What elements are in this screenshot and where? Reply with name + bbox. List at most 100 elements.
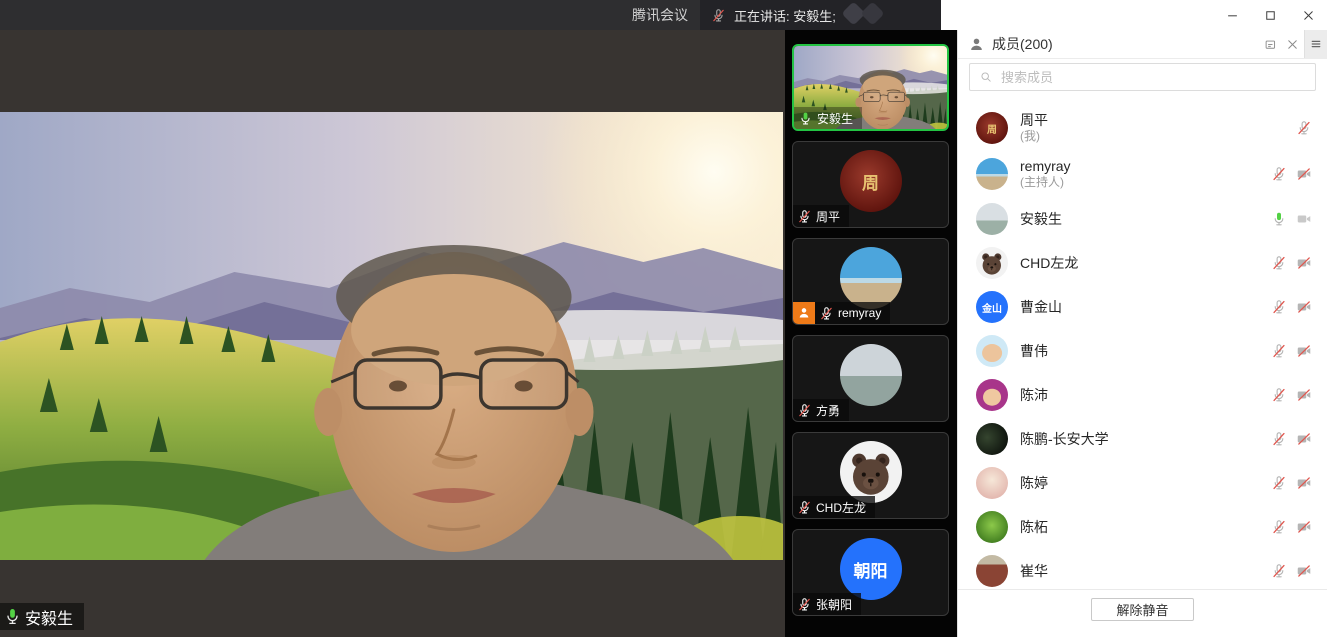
participant-avatar <box>840 247 902 309</box>
tencent-meeting-logo-watermark <box>831 2 897 28</box>
mic-on-icon <box>798 111 813 126</box>
camera-muted-icon[interactable] <box>1296 343 1312 359</box>
mic-muted-icon[interactable] <box>1271 519 1287 535</box>
member-row[interactable]: 安毅生 <box>958 197 1327 241</box>
member-panel: 成员(200) 周周平(我)remyray(主持人)安毅生CHD左龙金山曹金山曹… <box>957 30 1327 637</box>
thumbnail-name-tag: 方勇 <box>793 399 849 421</box>
app-title: 腾讯会议 <box>632 5 688 25</box>
avatar-initials: 周 <box>987 121 997 136</box>
avatar-initials: 朝阳 <box>854 557 888 582</box>
panel-menu-button[interactable] <box>1304 30 1327 58</box>
member-row[interactable]: 陈婷 <box>958 461 1327 505</box>
camera-muted-icon[interactable] <box>1296 299 1312 315</box>
video-thumbnail[interactable]: 安毅生 <box>792 44 949 131</box>
mic-muted-icon[interactable] <box>1271 431 1287 447</box>
member-row[interactable]: 周周平(我) <box>958 105 1327 151</box>
member-text: 陈沛 <box>1020 387 1271 404</box>
member-name: 崔华 <box>1020 563 1271 580</box>
camera-muted-icon[interactable] <box>1296 519 1312 535</box>
mic-muted-icon[interactable] <box>1271 255 1287 271</box>
mic-muted-icon <box>797 209 812 224</box>
video-thumbnail[interactable]: remyray <box>792 238 949 325</box>
camera-muted-icon[interactable] <box>1296 387 1312 403</box>
member-avatar <box>976 511 1008 543</box>
participant-avatar: 周 <box>840 150 902 212</box>
participant-name: 周平 <box>816 208 840 225</box>
mic-muted-icon <box>797 500 812 515</box>
thumbnail-strip: 安毅生周周平 remyray 方勇 CHD左龙朝阳张朝阳 <box>785 30 957 637</box>
member-row[interactable]: 陈鹏-长安大学 <box>958 417 1327 461</box>
member-text: 陈柘 <box>1020 519 1271 536</box>
minimize-button[interactable] <box>1217 2 1247 28</box>
member-name: CHD左龙 <box>1020 255 1271 272</box>
video-thumbnail[interactable]: 方勇 <box>792 335 949 422</box>
member-status-icons <box>1271 519 1312 535</box>
mic-muted-icon[interactable] <box>1271 299 1287 315</box>
participant-name: 方勇 <box>816 402 840 419</box>
member-avatar: 金山 <box>976 291 1008 323</box>
member-avatar <box>976 423 1008 455</box>
member-row[interactable]: 曹伟 <box>958 329 1327 373</box>
participant-name: 安毅生 <box>817 110 853 127</box>
mic-muted-icon[interactable] <box>1271 166 1287 182</box>
thumbnail-label-bar: 张朝阳 <box>793 593 861 615</box>
avatar-initials: 周 <box>862 169 879 194</box>
popout-panel-button[interactable] <box>1261 35 1279 53</box>
mic-on-icon[interactable] <box>1271 211 1287 227</box>
participant-avatar <box>840 344 902 406</box>
mic-muted-icon[interactable] <box>1271 563 1287 579</box>
close-button[interactable] <box>1293 2 1323 28</box>
member-row[interactable]: 崔华 <box>958 549 1327 589</box>
host-badge <box>793 302 815 324</box>
window-controls <box>941 0 1327 30</box>
mic-muted-icon <box>711 8 726 23</box>
camera-muted-icon[interactable] <box>1296 475 1312 491</box>
member-avatar <box>976 247 1008 279</box>
camera-on-icon[interactable] <box>1296 211 1312 227</box>
thumbnail-label-bar: 安毅生 <box>794 107 862 129</box>
member-status-icons <box>1271 431 1312 447</box>
member-row[interactable]: 陈柘 <box>958 505 1327 549</box>
unmute-button[interactable]: 解除静音 <box>1091 598 1193 621</box>
camera-muted-icon[interactable] <box>1296 563 1312 579</box>
members-icon <box>968 36 985 53</box>
thumbnail-label-bar: remyray <box>793 302 890 324</box>
speaking-indicator: 正在讲话: 安毅生; <box>700 0 941 30</box>
participant-name: 张朝阳 <box>816 596 852 613</box>
thumbnail-name-tag: remyray <box>815 302 890 324</box>
main-video[interactable]: 安毅生 <box>0 30 785 637</box>
mic-muted-icon[interactable] <box>1296 120 1312 136</box>
mic-muted-icon[interactable] <box>1271 475 1287 491</box>
member-row[interactable]: 金山曹金山 <box>958 285 1327 329</box>
member-row[interactable]: remyray(主持人) <box>958 151 1327 197</box>
video-thumbnail[interactable]: 周周平 <box>792 141 949 228</box>
thumbnail-name-tag: 周平 <box>793 205 849 227</box>
speaker-name-label: 安毅生 <box>0 603 84 630</box>
member-row[interactable]: 陈沛 <box>958 373 1327 417</box>
member-list[interactable]: 周周平(我) remyray(主持人) 安毅生 CHD左龙金山曹金山曹伟陈沛陈鹏-长安… <box>958 105 1327 589</box>
member-row[interactable]: CHD左龙 <box>958 241 1327 285</box>
video-thumbnail[interactable]: CHD左龙 <box>792 432 949 519</box>
member-text: 陈鹏-长安大学 <box>1020 431 1271 448</box>
member-search[interactable] <box>969 63 1316 91</box>
member-text: 安毅生 <box>1020 211 1271 228</box>
member-status-icons <box>1271 299 1312 315</box>
camera-muted-icon[interactable] <box>1296 255 1312 271</box>
member-status-icons <box>1271 211 1312 227</box>
thumbnail-name-tag: CHD左龙 <box>793 496 875 518</box>
camera-muted-icon[interactable] <box>1296 431 1312 447</box>
mic-muted-icon[interactable] <box>1271 387 1287 403</box>
member-text: CHD左龙 <box>1020 255 1271 272</box>
thumbnail-name-tag: 张朝阳 <box>793 593 861 615</box>
titlebar[interactable]: 腾讯会议 正在讲话: 安毅生; <box>0 0 941 30</box>
member-role: (主持人) <box>1020 175 1271 190</box>
member-text: 陈婷 <box>1020 475 1271 492</box>
maximize-button[interactable] <box>1255 2 1285 28</box>
search-input[interactable] <box>999 69 1306 86</box>
mic-muted-icon[interactable] <box>1271 343 1287 359</box>
member-text: remyray(主持人) <box>1020 158 1271 190</box>
close-panel-button[interactable] <box>1283 35 1301 53</box>
video-thumbnail[interactable]: 朝阳张朝阳 <box>792 529 949 616</box>
camera-muted-icon[interactable] <box>1296 166 1312 182</box>
member-avatar <box>976 335 1008 367</box>
